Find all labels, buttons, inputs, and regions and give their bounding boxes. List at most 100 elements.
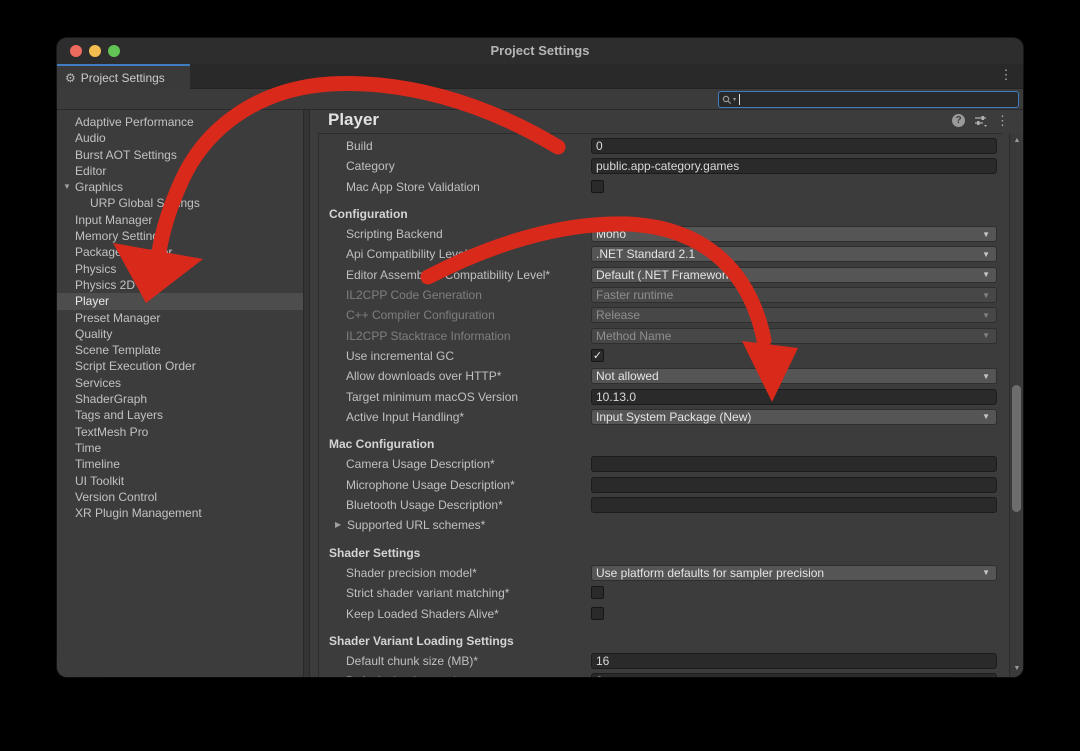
row-strict-shader-variant-matching: Strict shader variant matching* <box>319 583 1002 603</box>
sidebar-item-script-execution-order[interactable]: Script Execution Order <box>57 358 303 374</box>
scroll-down-icon[interactable]: ▼ <box>1010 663 1023 675</box>
search-input[interactable]: ▾ <box>718 91 1019 108</box>
row-editor-assemblies-compatibility-level: Editor Assemblies Compatibility Level* D… <box>319 265 1002 285</box>
section-title: Mac Configuration <box>329 434 434 454</box>
api-compatibility-level-dropdown[interactable]: .NET Standard 2.1 ▼ <box>591 246 997 262</box>
sidebar-item-audio[interactable]: Audio <box>57 130 303 146</box>
field-label: Keep Loaded Shaders Alive* <box>346 604 499 624</box>
sidebar-item-shadergraph[interactable]: ShaderGraph <box>57 391 303 407</box>
sidebar-item-burst-aot-settings[interactable]: Burst AOT Settings <box>57 147 303 163</box>
sidebar-item-label: Physics <box>75 262 116 276</box>
sidebar-item-label: Services <box>75 376 121 390</box>
chevron-down-icon: ▼ <box>982 331 990 340</box>
field-label: Editor Assemblies Compatibility Level* <box>346 265 550 285</box>
sidebar-item-editor[interactable]: Editor <box>57 163 303 179</box>
sidebar-item-label: Memory Settings <box>75 229 165 243</box>
scripting-backend-dropdown[interactable]: Mono ▼ <box>591 226 997 242</box>
foldout-open-icon[interactable]: ▼ <box>61 179 73 195</box>
mac-app-store-validation-checkbox[interactable] <box>591 180 604 193</box>
field-label: Camera Usage Description* <box>346 454 495 474</box>
category-input[interactable]: public.app-category.games <box>591 158 997 174</box>
sidebar-item-package-manager[interactable]: Package Manager <box>57 244 303 260</box>
field-label: Default chunk count* <box>346 671 457 677</box>
preset-icon[interactable] <box>974 114 987 127</box>
field-value: 16 <box>596 654 609 668</box>
sidebar-item-label: Editor <box>75 164 106 178</box>
scroll-up-icon[interactable]: ▲ <box>1010 135 1023 147</box>
sidebar-item-quality[interactable]: Quality <box>57 326 303 342</box>
sidebar-item-xr-plugin-management[interactable]: XR Plugin Management <box>57 505 303 521</box>
section-configuration: Configuration <box>319 204 1002 224</box>
sidebar-item-label: Physics 2D <box>75 278 135 292</box>
field-label: Microphone Usage Description* <box>346 475 515 495</box>
dropdown-value: Release <box>596 308 982 322</box>
panel-menu-kebab-icon[interactable]: ⋮ <box>996 114 1009 127</box>
keep-loaded-shaders-alive-checkbox[interactable] <box>591 607 604 620</box>
titlebar: Project Settings <box>57 38 1023 64</box>
chevron-down-icon: ▼ <box>982 230 990 239</box>
tab-bar: ⚙ Project Settings ⋮ <box>57 64 1023 89</box>
sidebar-item-adaptive-performance[interactable]: Adaptive Performance <box>57 114 303 130</box>
sidebar-splitter[interactable] <box>303 110 310 677</box>
dropdown-value: Mono <box>596 227 982 241</box>
sidebar-item-services[interactable]: Services <box>57 375 303 391</box>
strict-shader-variant-matching-checkbox[interactable] <box>591 586 604 599</box>
sidebar-item-timeline[interactable]: Timeline <box>57 456 303 472</box>
row-supported-url-schemes[interactable]: ▶ Supported URL schemes* <box>319 515 1002 535</box>
default-chunk-count-input[interactable]: 0 <box>591 673 997 677</box>
shader-precision-model-dropdown[interactable]: Use platform defaults for sampler precis… <box>591 565 997 581</box>
allow-downloads-over-http-dropdown[interactable]: Not allowed ▼ <box>591 368 997 384</box>
camera-usage-description-input[interactable] <box>591 456 997 472</box>
active-input-handling-dropdown[interactable]: Input System Package (New) ▼ <box>591 409 997 425</box>
sidebar-item-urp-global-settings[interactable]: URP Global Settings <box>57 195 303 211</box>
bluetooth-usage-description-input[interactable] <box>591 497 997 513</box>
field-label: IL2CPP Code Generation <box>346 285 482 305</box>
chevron-down-icon: ▼ <box>982 568 990 577</box>
sidebar-item-version-control[interactable]: Version Control <box>57 489 303 505</box>
sidebar-item-physics-2d[interactable]: Physics 2D <box>57 277 303 293</box>
editor-assemblies-compatibility-dropdown[interactable]: Default (.NET Framework) ▼ <box>591 267 997 283</box>
section-shader-settings: Shader Settings <box>319 543 1002 563</box>
sidebar-item-tags-and-layers[interactable]: Tags and Layers <box>57 407 303 423</box>
field-label: Scripting Backend <box>346 224 443 244</box>
sidebar-item-input-manager[interactable]: Input Manager <box>57 212 303 228</box>
target-minimum-macos-version-input[interactable]: 10.13.0 <box>591 389 997 405</box>
row-build: Build 0 <box>319 136 1002 156</box>
row-cpp-compiler-configuration: C++ Compiler Configuration Release ▼ <box>319 305 1002 325</box>
sidebar-item-time[interactable]: Time <box>57 440 303 456</box>
field-value: public.app-category.games <box>596 159 739 173</box>
scrollbar-thumb[interactable] <box>1012 385 1021 512</box>
sidebar-item-ui-toolkit[interactable]: UI Toolkit <box>57 473 303 489</box>
microphone-usage-description-input[interactable] <box>591 477 997 493</box>
sidebar-item-player[interactable]: Player <box>57 293 303 309</box>
gear-icon: ⚙ <box>65 72 76 84</box>
build-input[interactable]: 0 <box>591 138 997 154</box>
tab-menu-kebab-icon[interactable]: ⋮ <box>999 67 1013 83</box>
row-microphone-usage-description: Microphone Usage Description* <box>319 475 1002 495</box>
sidebar-item-preset-manager[interactable]: Preset Manager <box>57 310 303 326</box>
search-filter-chevron-icon[interactable]: ▾ <box>733 96 736 103</box>
use-incremental-gc-checkbox[interactable]: ✓ <box>591 349 604 362</box>
sidebar-item-label: Graphics <box>75 180 123 194</box>
sidebar-item-physics[interactable]: Physics <box>57 261 303 277</box>
row-allow-downloads-over-http: Allow downloads over HTTP* Not allowed ▼ <box>319 366 1002 386</box>
sidebar-item-label: UI Toolkit <box>75 474 124 488</box>
toolbar: ▾ <box>57 89 1023 110</box>
row-use-incremental-gc: Use incremental GC ✓ <box>319 346 1002 366</box>
sidebar-item-label: Version Control <box>75 490 157 504</box>
sidebar-item-label: ShaderGraph <box>75 392 147 406</box>
sidebar-item-memory-settings[interactable]: Memory Settings <box>57 228 303 244</box>
dropdown-value: Not allowed <box>596 369 982 383</box>
foldout-closed-icon[interactable]: ▶ <box>335 515 341 535</box>
row-scripting-backend: Scripting Backend Mono ▼ <box>319 224 1002 244</box>
vertical-scrollbar[interactable]: ▲ ▼ <box>1009 133 1023 677</box>
sidebar-item-graphics[interactable]: ▼ Graphics <box>57 179 303 195</box>
help-icon[interactable]: ? <box>952 114 965 127</box>
sidebar-item-scene-template[interactable]: Scene Template <box>57 342 303 358</box>
row-bluetooth-usage-description: Bluetooth Usage Description* <box>319 495 1002 515</box>
sidebar-item-textmesh-pro[interactable]: TextMesh Pro <box>57 424 303 440</box>
sidebar-item-label: Time <box>75 441 101 455</box>
text-caret <box>739 94 740 105</box>
default-chunk-size-input[interactable]: 16 <box>591 653 997 669</box>
tab-project-settings[interactable]: ⚙ Project Settings <box>57 64 190 89</box>
